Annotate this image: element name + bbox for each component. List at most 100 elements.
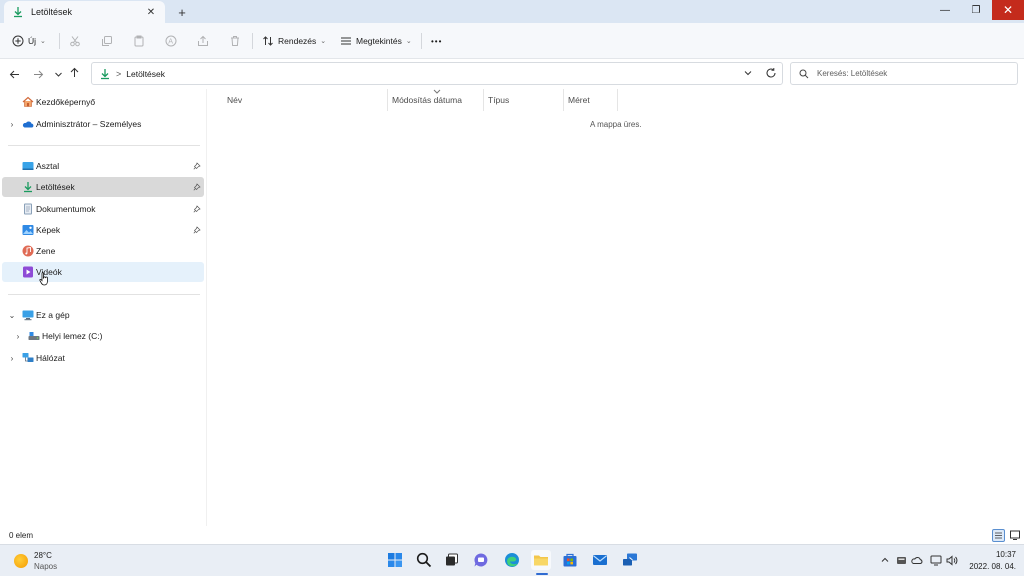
arrow-right-icon [33, 70, 43, 78]
file-list: Név Módosítás dátuma Típus Méret A mappa… [208, 89, 1024, 526]
recent-locations-button[interactable] [50, 66, 66, 82]
nav-item-label: Hálózat [36, 353, 65, 363]
store-button[interactable] [560, 550, 580, 570]
close-icon[interactable]: ✕ [145, 6, 157, 18]
nav-item-this-pc[interactable]: ⌄ Ez a gép [2, 305, 204, 325]
new-label: Új [28, 36, 37, 46]
show-hidden-icons-button[interactable] [879, 554, 891, 566]
nav-item-local-disk[interactable]: › Helyi lemez (C:) [2, 326, 204, 346]
paste-button[interactable] [133, 31, 145, 51]
back-button[interactable] [6, 66, 22, 82]
cut-button[interactable] [69, 31, 81, 51]
toolbar-divider [59, 33, 60, 49]
maximize-button[interactable]: ❐ [961, 0, 991, 20]
nav-item-label: Dokumentumok [36, 204, 96, 214]
column-name[interactable]: Név [223, 89, 388, 111]
details-view-icon [995, 532, 1002, 539]
nav-item-label: Adminisztrátor – Személyes [36, 119, 142, 129]
svg-text:A: A [168, 37, 173, 45]
task-view-icon [446, 553, 458, 566]
pin-icon[interactable] [193, 226, 201, 234]
column-size[interactable]: Méret [564, 89, 618, 111]
copy-button[interactable] [101, 31, 113, 51]
nav-item-music[interactable]: Zene [2, 241, 204, 261]
nav-item-documents[interactable]: Dokumentumok [2, 199, 204, 219]
chevron-right-icon[interactable]: › [7, 119, 17, 129]
mail-button[interactable] [590, 550, 610, 570]
copy-icon [102, 36, 112, 46]
chevron-right-icon[interactable]: › [13, 331, 23, 341]
active-app-indicator [536, 573, 548, 575]
new-tab-button[interactable]: + [174, 4, 190, 20]
close-window-button[interactable]: ✕ [992, 0, 1024, 20]
nav-item-videos[interactable]: Videók [2, 262, 204, 282]
empty-folder-message: A mappa üres. [590, 120, 642, 129]
start-button[interactable] [385, 550, 405, 570]
taskbar-search-button[interactable] [414, 550, 434, 570]
pin-icon[interactable] [193, 205, 201, 213]
search-input[interactable] [817, 69, 1007, 78]
edge-button[interactable] [502, 550, 522, 570]
toolbar-divider [421, 33, 422, 49]
breadcrumb-separator: > [116, 68, 122, 79]
chevron-down-icon: ⌄ [320, 38, 327, 45]
nav-item-home[interactable]: Kezdőképernyő [2, 92, 204, 112]
download-icon [24, 182, 32, 193]
chevron-right-icon[interactable]: › [7, 353, 17, 363]
onedrive-icon [22, 121, 34, 128]
cloud-icon [911, 556, 923, 564]
refresh-icon[interactable] [765, 67, 777, 79]
sun-icon [14, 554, 28, 568]
address-bar[interactable]: > Letöltések [91, 62, 783, 85]
forward-button[interactable] [30, 66, 46, 82]
mail-icon [593, 555, 607, 565]
column-date-modified[interactable]: Módosítás dátuma [388, 89, 484, 111]
volume-button[interactable] [946, 554, 958, 566]
onedrive-tray-button[interactable] [911, 554, 923, 566]
chevron-down-icon[interactable] [743, 68, 753, 78]
sort-button[interactable]: Rendezés ⌄ [262, 31, 326, 51]
download-icon [14, 7, 22, 18]
nav-item-downloads[interactable]: Letöltések [2, 177, 204, 197]
details-view-button[interactable] [992, 529, 1005, 542]
view-label: Megtekintés [356, 36, 402, 46]
remote-desktop-button[interactable] [620, 550, 640, 570]
new-button[interactable]: Új ⌄ [12, 31, 46, 51]
column-type[interactable]: Típus [484, 89, 564, 111]
chat-button[interactable] [471, 550, 491, 570]
music-icon [22, 245, 34, 257]
clock[interactable]: 10:37 2022. 08. 04. [966, 549, 1016, 573]
nav-item-pictures[interactable]: Képek [2, 220, 204, 240]
delete-button[interactable] [229, 31, 241, 51]
nav-item-onedrive[interactable]: › Adminisztrátor – Személyes [2, 114, 204, 134]
view-button[interactable]: Megtekintés ⌄ [340, 31, 412, 51]
task-view-button[interactable] [442, 550, 462, 570]
up-button[interactable] [66, 64, 82, 80]
minimize-button[interactable]: — [930, 0, 960, 20]
search-box[interactable] [790, 62, 1018, 85]
more-options-button[interactable]: ••• [431, 31, 442, 51]
share-button[interactable] [197, 31, 209, 51]
weather-widget[interactable]: 28°C Napos [14, 550, 57, 572]
plus-circle-icon [12, 35, 24, 47]
chevron-down-icon: ⌄ [405, 38, 412, 45]
network-tray-button[interactable] [930, 554, 942, 566]
nav-item-label: Kezdőképernyő [36, 97, 96, 107]
more-icon: ••• [431, 36, 443, 46]
tiles-view-icon[interactable] [1009, 529, 1021, 541]
tray-app-icon[interactable] [895, 554, 907, 566]
rename-button[interactable]: A [165, 31, 177, 51]
nav-item-desktop[interactable]: Asztal [2, 156, 204, 176]
tab-downloads[interactable]: Letöltések ✕ [4, 1, 165, 23]
address-row: > Letöltések [0, 59, 1024, 89]
delete-icon [231, 36, 239, 46]
pin-icon[interactable] [193, 183, 201, 191]
arrow-up-icon [70, 67, 78, 77]
weather-condition: Napos [34, 562, 58, 571]
chevron-down-icon[interactable]: ⌄ [7, 310, 17, 320]
pin-icon[interactable] [193, 162, 201, 170]
file-explorer-button[interactable] [531, 550, 551, 570]
toolbar-divider [252, 33, 253, 49]
breadcrumb-downloads[interactable]: Letöltések [126, 69, 165, 79]
nav-item-network[interactable]: › Hálózat [2, 348, 204, 368]
